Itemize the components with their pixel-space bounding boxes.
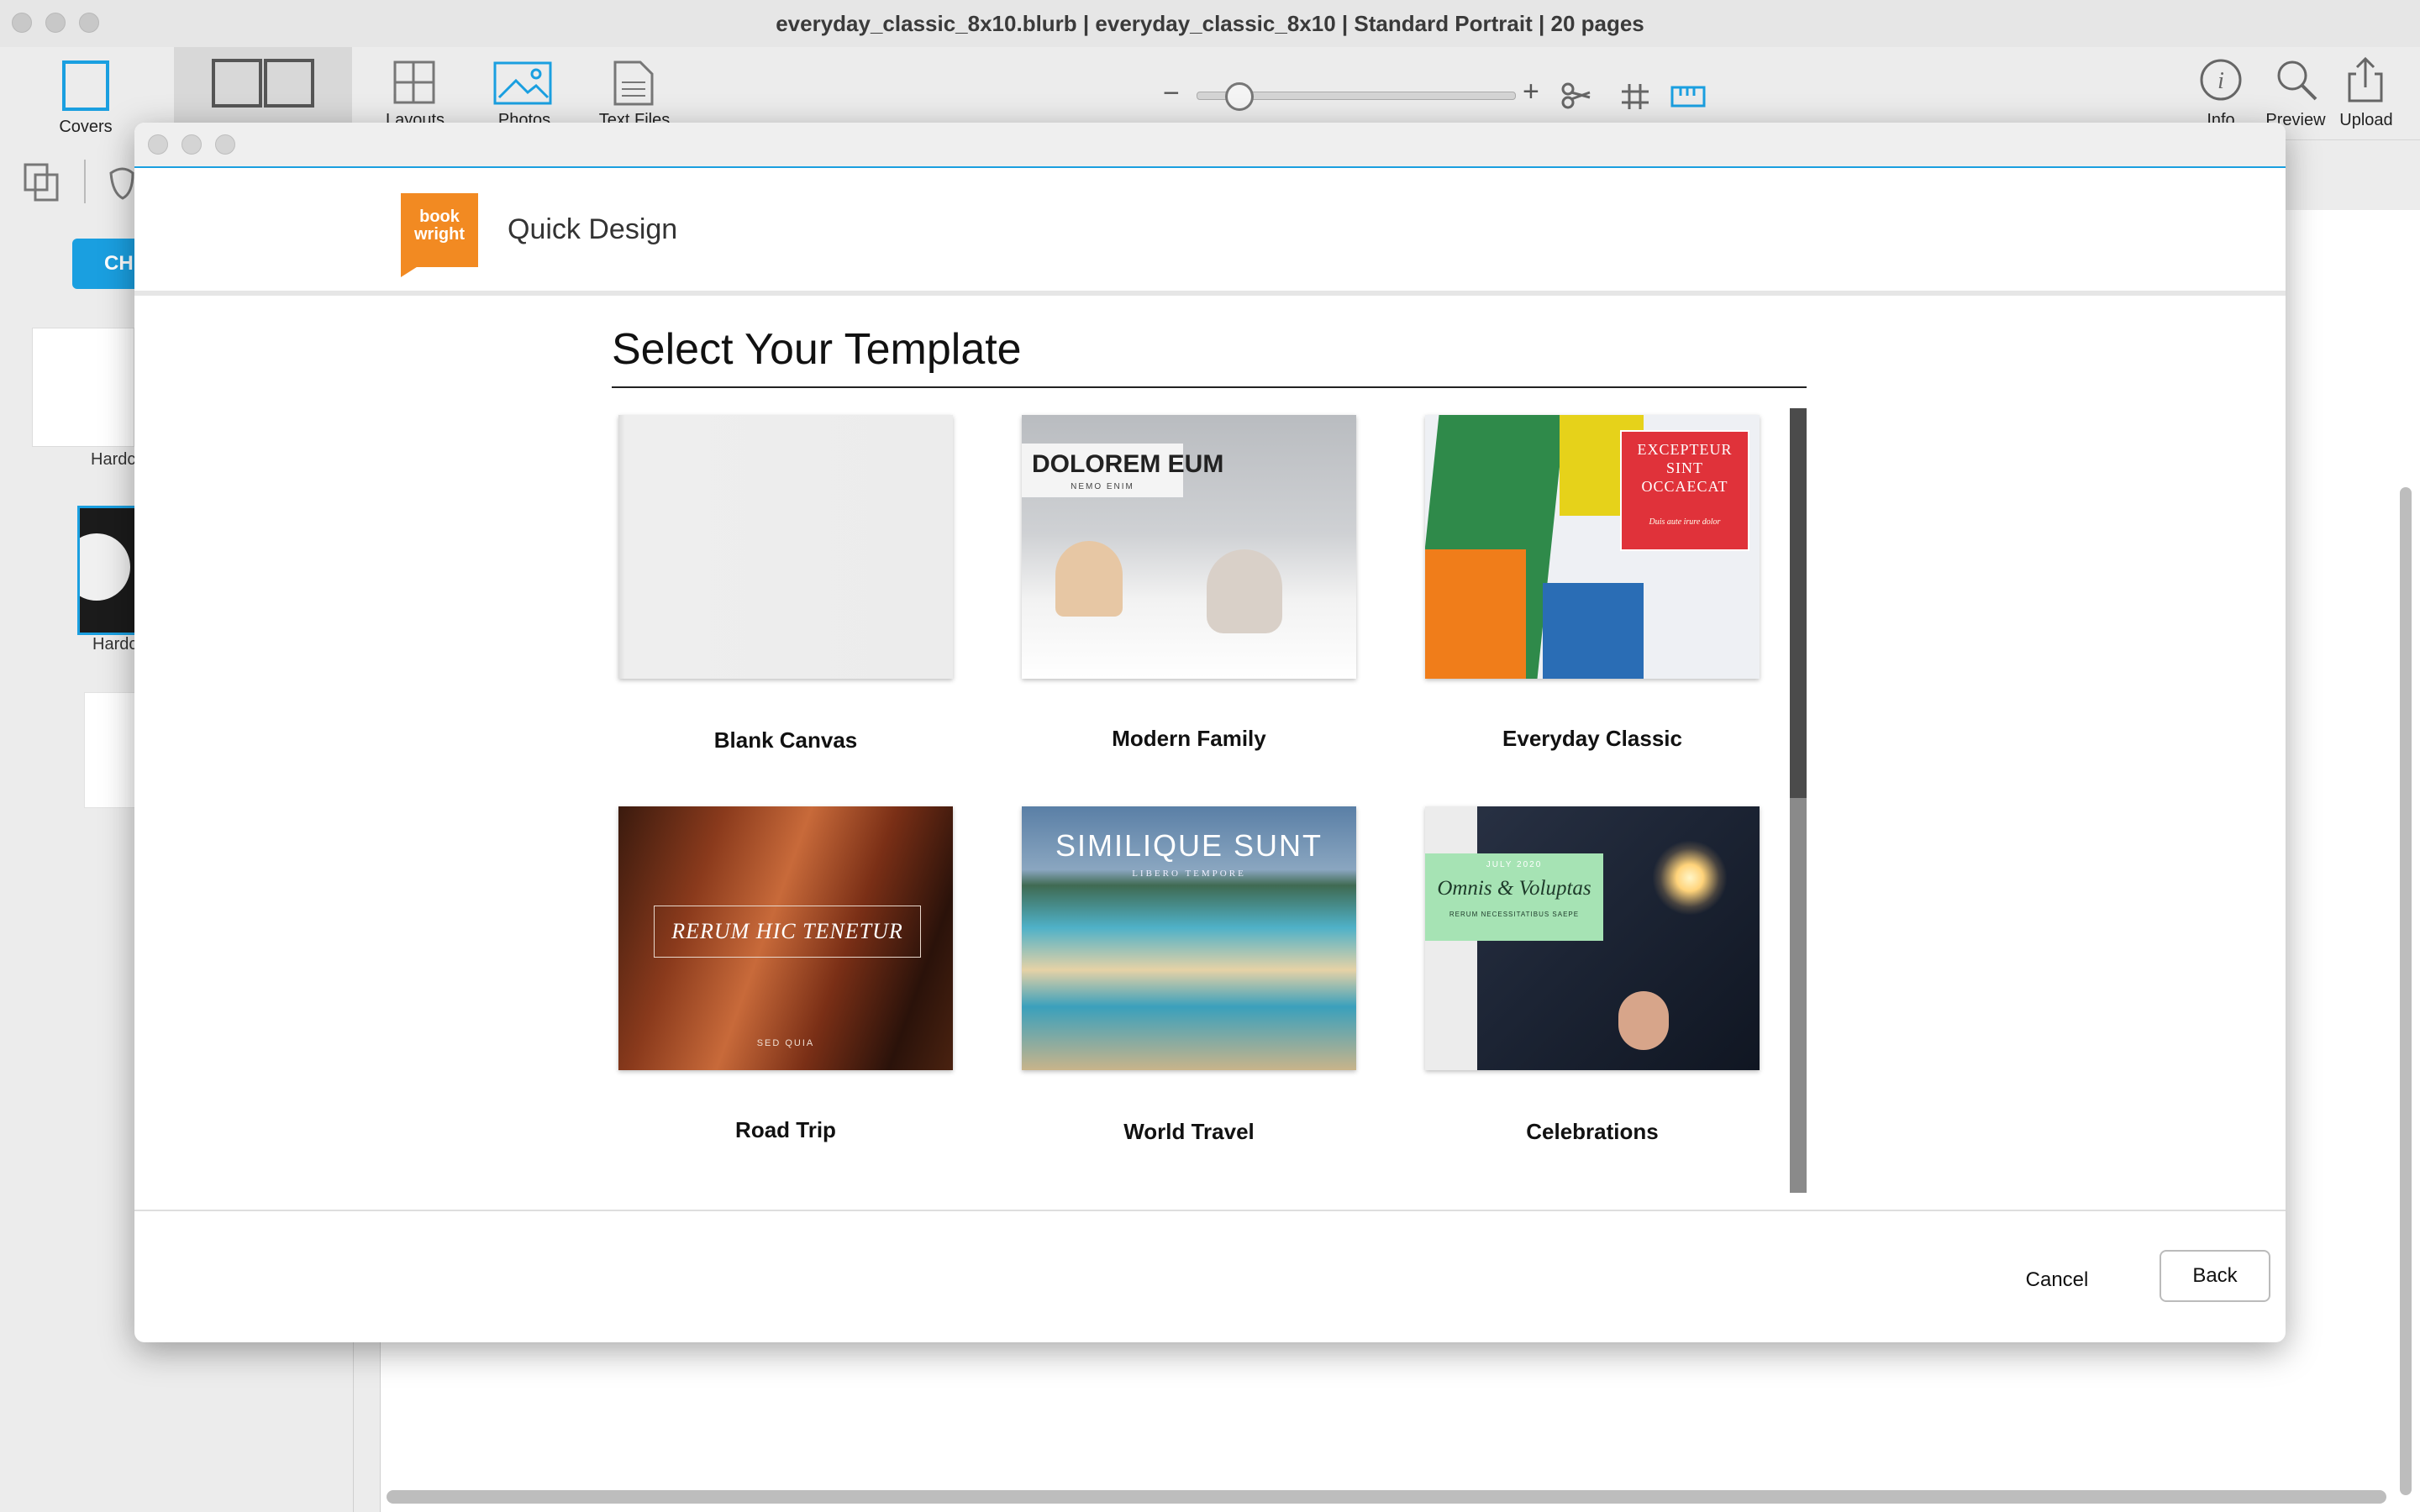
template-card-everyday-classic[interactable]: EXCEPTEUR SINT OCCAECAT Duis aute irure … xyxy=(1425,415,1760,679)
covers-button[interactable] xyxy=(55,59,116,119)
sparkler-glow xyxy=(1652,840,1728,916)
template-label: Celebrations xyxy=(1526,1119,1659,1144)
ruler-icon[interactable] xyxy=(1670,84,1706,109)
road-trip-cover-subtitle: SED QUIA xyxy=(756,1038,815,1048)
world-travel-cover-subtitle: LIBERO TEMPORE xyxy=(1132,869,1246,879)
road-trip-cover-title: RERUM HIC TENETUR xyxy=(671,919,903,943)
horizontal-scrollbar[interactable] xyxy=(387,1490,2386,1504)
template-card-blank-canvas[interactable] xyxy=(618,415,953,679)
celebrations-cover-subtitle: RERUM NECESSITATIBUS SAEPE xyxy=(1449,911,1580,918)
section-divider xyxy=(612,386,1807,388)
logo-tail xyxy=(401,265,419,277)
dialog-minimize-button[interactable] xyxy=(182,134,202,155)
orange-paper-shape xyxy=(1425,549,1526,679)
everyday-classic-title-plate: EXCEPTEUR SINT OCCAECAT Duis aute irure … xyxy=(1620,430,1749,551)
logo-line-2: wright xyxy=(414,225,465,244)
hand-shape xyxy=(1618,991,1669,1050)
covers-icon xyxy=(62,60,109,111)
blue-paper-shape xyxy=(1543,583,1644,679)
template-card-road-trip[interactable]: RERUM HIC TENETUR SED QUIA xyxy=(618,806,953,1070)
template-label: Everyday Classic xyxy=(1502,726,1682,751)
vertical-scrollbar[interactable] xyxy=(2400,487,2412,1495)
everyday-classic-cover-subtitle: Duis aute irure dolor xyxy=(1649,517,1721,527)
mask-icon[interactable] xyxy=(108,165,136,202)
celebrations-cover-date: JULY 2020 xyxy=(1486,860,1543,869)
cover-thumbnail-2-label: Hardc xyxy=(92,635,138,654)
text-files-icon[interactable] xyxy=(610,59,657,108)
template-card-world-travel[interactable]: SIMILIQUE SUNT LIBERO TEMPORE xyxy=(1022,806,1356,1070)
bookwright-logo: book wright xyxy=(401,193,478,267)
classic-title-line-1: EXCEPTEUR xyxy=(1637,441,1733,458)
road-trip-title-frame: RERUM HIC TENETUR xyxy=(654,906,921,958)
template-list-scroll-thumb[interactable] xyxy=(1790,408,1807,798)
quick-design-dialog: book wright Quick Design Select Your Tem… xyxy=(134,123,2286,1342)
celebrations-title-plate: JULY 2020 Omnis & Voluptas RERUM NECESSI… xyxy=(1425,853,1603,941)
world-travel-cover-title: SIMILIQUE SUNT xyxy=(1055,828,1323,863)
modern-family-cover-subtitle: NEMO ENIM xyxy=(1071,482,1134,491)
template-label: Road Trip xyxy=(735,1117,836,1142)
modern-family-title-plate: DOLOREM EUM NEMO ENIM xyxy=(1022,444,1223,497)
spread-icon xyxy=(212,59,314,108)
modern-family-cover-title: DOLOREM EUM xyxy=(1032,450,1224,478)
classic-title-line-2: SINT xyxy=(1666,459,1703,476)
duplicate-icon[interactable] xyxy=(22,161,62,205)
sidebar-divider xyxy=(84,160,86,203)
celebrations-cover-title: Omnis & Voluptas xyxy=(1437,877,1591,900)
zoom-in-button[interactable]: + xyxy=(1523,76,1539,108)
child-photo-shape xyxy=(1055,541,1123,617)
dog-photo-shape xyxy=(1207,549,1282,633)
info-icon[interactable]: i xyxy=(2198,57,2244,102)
cancel-button[interactable]: Cancel xyxy=(2007,1255,2107,1305)
cover-thumbnail-1[interactable] xyxy=(32,328,134,447)
everyday-classic-cover-title: EXCEPTEUR SINT OCCAECAT xyxy=(1622,440,1748,496)
photos-icon[interactable] xyxy=(492,60,555,106)
zoom-out-button[interactable]: − xyxy=(1163,77,1180,110)
cover-thumbnail-1-label: Hardc xyxy=(91,450,136,469)
dialog-title: Quick Design xyxy=(508,213,678,245)
section-title: Select Your Template xyxy=(612,325,1022,374)
dialog-titlebar xyxy=(134,123,2286,168)
back-button[interactable]: Back xyxy=(2160,1250,2270,1302)
layouts-icon[interactable] xyxy=(392,59,439,106)
template-label: World Travel xyxy=(1123,1119,1255,1144)
template-card-celebrations[interactable]: JULY 2020 Omnis & Voluptas RERUM NECESSI… xyxy=(1425,806,1760,1070)
template-label: Modern Family xyxy=(1112,726,1266,751)
grid-icon[interactable] xyxy=(1620,82,1650,111)
upload-icon[interactable] xyxy=(2344,55,2386,104)
crop-tool-icon[interactable] xyxy=(1560,79,1598,113)
dialog-close-button[interactable] xyxy=(148,134,168,155)
classic-title-line-3: OCCAECAT xyxy=(1641,478,1728,495)
window-title: everyday_classic_8x10.blurb | everyday_c… xyxy=(776,11,1644,36)
dialog-footer-divider xyxy=(134,1210,2286,1211)
template-label: Blank Canvas xyxy=(713,727,858,753)
upload-label: Upload xyxy=(2339,111,2393,129)
logo-line-1: book xyxy=(419,207,460,226)
template-card-modern-family[interactable]: DOLOREM EUM NEMO ENIM xyxy=(1022,415,1356,679)
search-icon[interactable] xyxy=(2274,57,2319,102)
dialog-zoom-button[interactable] xyxy=(215,134,235,155)
svg-text:i: i xyxy=(2217,68,2224,94)
covers-label: Covers xyxy=(59,118,113,136)
